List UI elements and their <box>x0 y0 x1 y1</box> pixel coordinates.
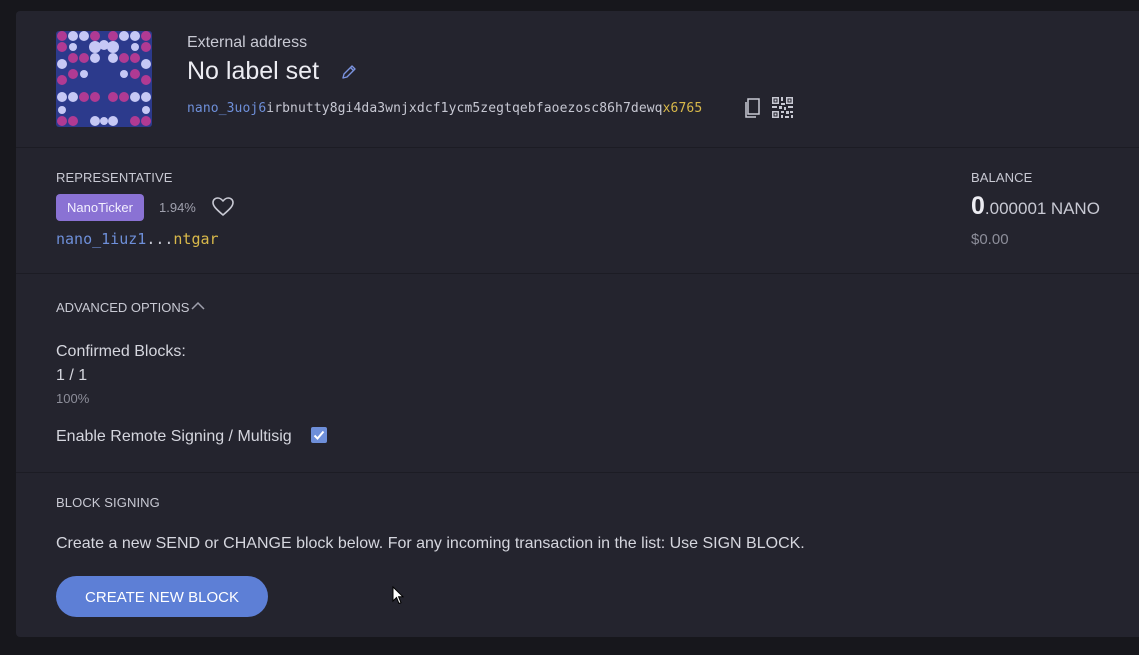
confirmed-blocks-percent: 100% <box>56 391 90 406</box>
balance-decimal: .000001 <box>984 199 1047 218</box>
mouse-cursor-icon <box>392 586 404 605</box>
representative-weight: 1.94% <box>159 200 196 215</box>
account-identicon <box>56 31 152 127</box>
divider <box>16 273 1139 274</box>
copy-icon[interactable] <box>745 98 761 118</box>
address-suffix: x6765 <box>662 101 703 116</box>
confirmed-blocks-label: Confirmed Blocks: <box>56 343 186 360</box>
divider <box>16 147 1139 148</box>
balance-unit: NANO <box>1050 199 1100 218</box>
balance-label: BALANCE <box>971 170 1033 185</box>
representative-badge[interactable]: NanoTicker <box>56 194 144 221</box>
block-signing-description: Create a new SEND or CHANGE block below.… <box>56 535 805 552</box>
divider <box>16 472 1139 473</box>
address-prefix: nano_3uoj6 <box>187 101 267 116</box>
chevron-up-icon[interactable] <box>191 301 205 311</box>
rep-address-ellipsis: ... <box>146 230 174 248</box>
representative-label: REPRESENTATIVE <box>56 170 173 185</box>
account-address[interactable]: nano_3uoj6irbnutty8gi4da3wnjxdcf1ycm5zeg… <box>187 101 702 116</box>
advanced-options-toggle[interactable]: ADVANCED OPTIONS <box>56 300 189 315</box>
heart-icon[interactable] <box>212 197 234 217</box>
block-signing-label: BLOCK SIGNING <box>56 495 160 510</box>
account-label: No label set <box>187 57 320 85</box>
balance-value: 0.000001 NANO <box>971 192 1100 221</box>
account-type-label: External address <box>187 34 308 51</box>
account-header: External address No label set nano_3uoj6… <box>16 11 1139 147</box>
account-card: External address No label set nano_3uoj6… <box>16 11 1139 637</box>
remote-signing-checkbox[interactable] <box>311 427 327 443</box>
balance-integer: 0 <box>971 192 985 220</box>
balance-fiat: $0.00 <box>971 231 1009 248</box>
pencil-icon[interactable] <box>341 64 357 80</box>
qr-code-icon[interactable] <box>772 97 793 118</box>
rep-address-suffix: ntgar <box>173 230 219 248</box>
check-icon <box>313 430 325 440</box>
create-new-block-button[interactable]: CREATE NEW BLOCK <box>56 576 268 617</box>
address-middle: irbnutty8gi4da3wnjxdcf1ycm5zegtqebfaoezo… <box>266 101 663 116</box>
rep-address-prefix: nano_1iuz1 <box>56 230 147 248</box>
representative-address[interactable]: nano_1iuz1...ntgar <box>56 230 219 248</box>
confirmed-blocks-value: 1 / 1 <box>56 367 88 384</box>
remote-signing-label: Enable Remote Signing / Multisig <box>56 428 292 445</box>
